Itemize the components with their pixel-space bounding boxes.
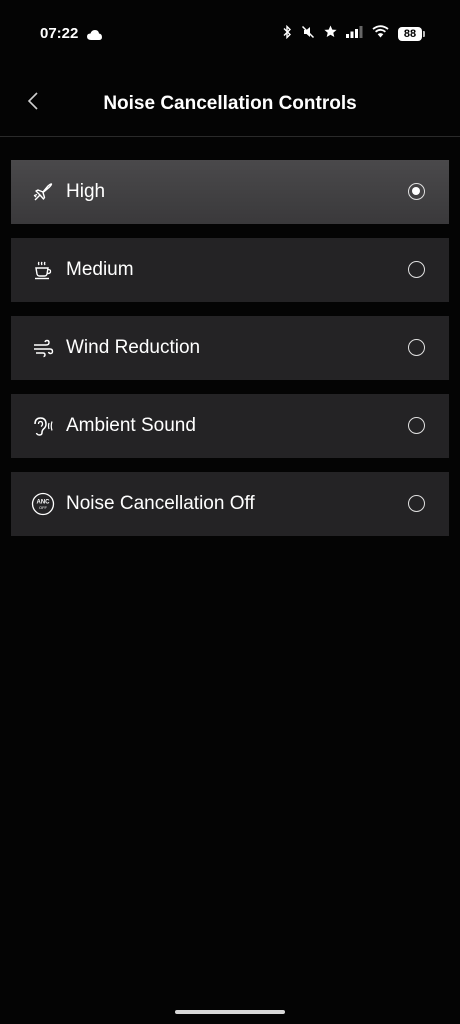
- radio-unselected[interactable]: [408, 339, 425, 356]
- anc-off-bottom-text: OFF: [39, 505, 48, 510]
- mute-icon: [301, 25, 315, 44]
- option-noise-cancellation-off[interactable]: ANC OFF Noise Cancellation Off: [11, 472, 449, 536]
- radio-unselected[interactable]: [408, 495, 425, 512]
- bluetooth-icon: [282, 24, 292, 44]
- noise-mode-list: High Medium Wind Reduction Ambient Sound…: [11, 160, 449, 550]
- airplane-icon: [31, 180, 55, 204]
- option-high[interactable]: High: [11, 160, 449, 224]
- option-label: Wind Reduction: [66, 337, 201, 358]
- radio-unselected[interactable]: [408, 261, 425, 278]
- anc-off-icon: ANC OFF: [31, 492, 55, 516]
- option-label: Noise Cancellation Off: [66, 493, 255, 514]
- option-label: Ambient Sound: [66, 415, 196, 436]
- option-wind-reduction[interactable]: Wind Reduction: [11, 316, 449, 380]
- option-ambient-sound[interactable]: Ambient Sound: [11, 394, 449, 458]
- radio-selected[interactable]: [408, 183, 425, 200]
- status-bar: 07:22 88: [0, 0, 460, 66]
- battery-icon: 88: [398, 27, 425, 41]
- nav-bar: Noise Cancellation Controls: [0, 66, 460, 137]
- signal-icon: [346, 25, 363, 43]
- wifi-icon: [372, 25, 389, 43]
- coffee-cup-icon: [31, 258, 55, 282]
- cloud-icon: [87, 27, 102, 45]
- star-icon: [324, 25, 337, 43]
- option-medium[interactable]: Medium: [11, 238, 449, 302]
- page-title: Noise Cancellation Controls: [103, 93, 357, 114]
- radio-unselected[interactable]: [408, 417, 425, 434]
- option-label: Medium: [66, 259, 134, 280]
- wind-icon: [31, 336, 55, 360]
- status-icons: 88: [282, 24, 425, 44]
- home-indicator[interactable]: [175, 1010, 285, 1014]
- ear-icon: [31, 414, 55, 438]
- status-time: 07:22: [40, 25, 79, 42]
- option-label: High: [66, 181, 106, 202]
